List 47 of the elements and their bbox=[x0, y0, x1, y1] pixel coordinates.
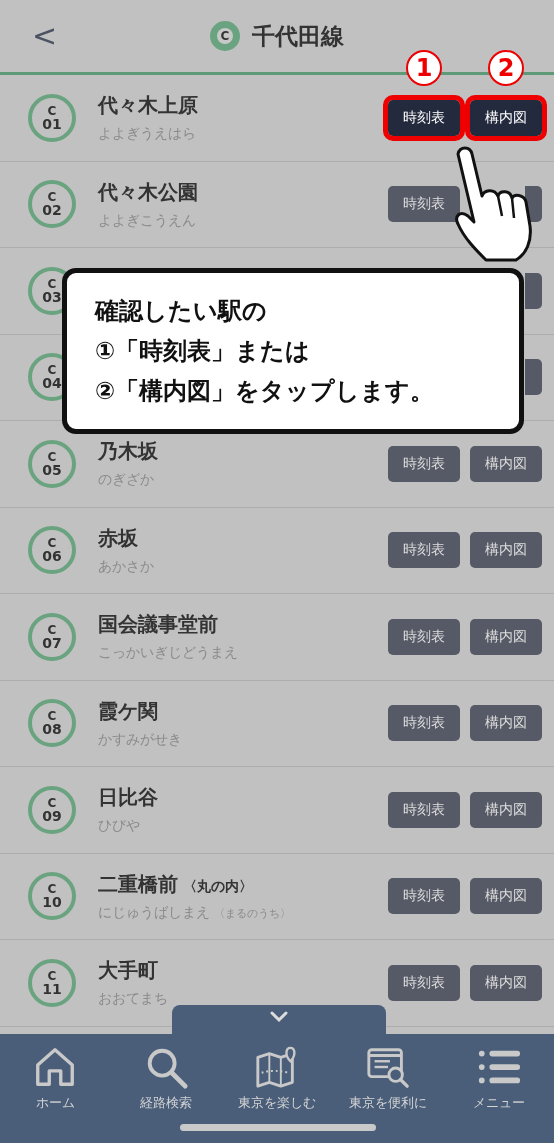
station-name: 乃木坂 bbox=[98, 438, 159, 466]
screen-title: 千代田線 bbox=[252, 21, 344, 51]
station-name: 国会議事堂前 bbox=[98, 611, 219, 639]
station-number-badge: C 10 bbox=[28, 872, 76, 921]
station-number-badge: C 09 bbox=[28, 785, 76, 834]
step-number: 2 bbox=[488, 49, 524, 86]
instruction-text: ①「時刻表」または bbox=[95, 336, 312, 367]
instruction-text: 確認したい駅の bbox=[95, 296, 268, 327]
back-button[interactable]: < bbox=[26, 18, 64, 53]
step-number: 1 bbox=[406, 49, 442, 86]
timetable-button[interactable]: 時刻表 bbox=[388, 964, 460, 1001]
station-number-badge: C 02 bbox=[28, 180, 76, 229]
timetable-button[interactable]: 時刻表 bbox=[388, 618, 460, 655]
station-number-badge: C 01 bbox=[28, 93, 76, 142]
station-name: 二重橋前 〈丸の内〉 bbox=[98, 870, 254, 898]
station-name: 霞ケ関 bbox=[98, 697, 159, 725]
station-map-button[interactable]: 構内図 bbox=[470, 791, 542, 828]
nav-tab[interactable]: 東京を楽しむ bbox=[223, 1044, 331, 1143]
station-number-badge: C 05 bbox=[28, 439, 76, 488]
station-number-badge: C 07 bbox=[28, 612, 76, 661]
station-name: 代々木公園 bbox=[98, 178, 199, 206]
nav-tab[interactable]: メニュー bbox=[444, 1044, 553, 1143]
station-name: 赤坂 bbox=[98, 524, 139, 552]
station-map-button[interactable]: 構内図 bbox=[470, 878, 542, 915]
station-name: 大手町 bbox=[98, 957, 159, 985]
instruction-text: ②「構内図」をタップします。 bbox=[95, 376, 436, 407]
station-number-badge: C 06 bbox=[28, 526, 76, 575]
nav-tab[interactable]: ホーム bbox=[1, 1044, 110, 1143]
station-map-button[interactable]: 構内図 bbox=[470, 705, 542, 742]
station-map-button[interactable]: 構内図 bbox=[470, 532, 542, 569]
timetable-button[interactable]: 時刻表 bbox=[388, 186, 460, 223]
timetable-button[interactable]: 時刻表 bbox=[388, 705, 460, 742]
station-map-button[interactable]: 構内図 bbox=[470, 618, 542, 655]
chevron-down-icon bbox=[270, 1011, 288, 1023]
timetable-button[interactable]: 時刻表 bbox=[388, 532, 460, 569]
station-number-badge: C 08 bbox=[28, 699, 76, 748]
nav-tab[interactable]: 経路検索 bbox=[112, 1044, 221, 1143]
timetable-button[interactable]: 時刻表 bbox=[388, 445, 460, 482]
station-map-button[interactable]: 構内図 bbox=[470, 964, 542, 1001]
line-logo: C bbox=[210, 21, 240, 51]
nav-tab[interactable]: 東京を便利に bbox=[333, 1044, 442, 1143]
timetable-button[interactable]: 時刻表 bbox=[388, 791, 460, 828]
timetable-button[interactable]: 時刻表 bbox=[388, 878, 460, 915]
station-number-badge: C 11 bbox=[28, 958, 76, 1007]
station-name: 代々木上原 bbox=[98, 92, 199, 120]
station-name: 日比谷 bbox=[98, 784, 159, 812]
station-map-button[interactable]: 構内図 bbox=[470, 445, 542, 482]
